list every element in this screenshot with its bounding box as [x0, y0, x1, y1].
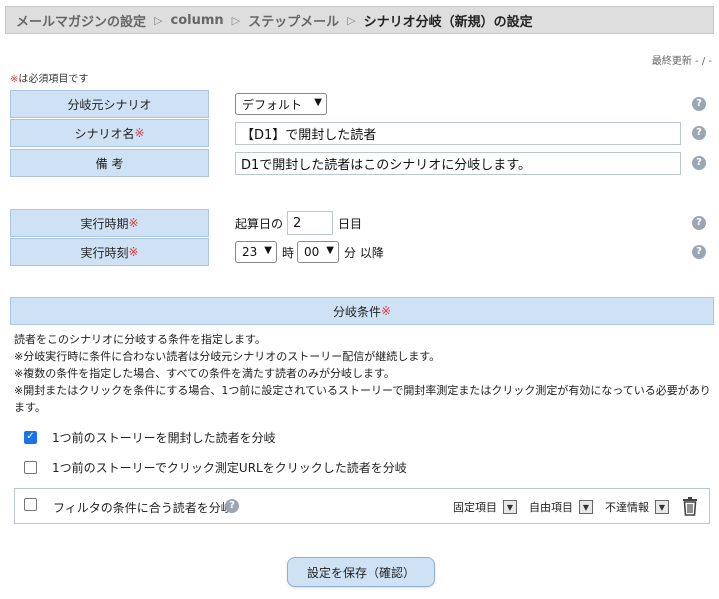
breadcrumb-separator: ▷: [347, 13, 356, 27]
branch-description: 読者をこのシナリオに分岐する条件を指定します。 ※分岐実行時に条件に合わない読者…: [14, 331, 714, 416]
chevron-down-icon: ▼: [326, 245, 334, 256]
filter-label: フィルタの条件に合う読者を分岐: [53, 501, 233, 515]
memo-row: 備 考 D1で開封した読者はこのシナリオに分岐します。 ?: [10, 149, 714, 177]
chevron-down-icon: ▼: [314, 97, 322, 108]
branch-description-line: ※分岐実行時に条件に合わない読者は分岐元シナリオのストーリー配信が継続します。: [14, 350, 441, 363]
filter-condition-box: フィルタの条件に合う読者を分岐 ? 固定項目 ▼ 自由項目 ▼ 不達情報 ▼: [14, 488, 710, 524]
filter-bounce-info-dropdown[interactable]: 不達情報 ▼: [605, 499, 669, 515]
required-note: ※は必須項目です: [10, 70, 88, 85]
scenario-name-input[interactable]: 【D1】で開封した読者: [235, 122, 681, 145]
branch-description-line: ※複数の条件を指定した場合、すべての条件を満たす読者のみが分岐します。: [14, 367, 395, 380]
required-mark: ※: [380, 304, 392, 318]
source-scenario-value: デフォルト: [242, 97, 303, 112]
filter-free-items-dropdown[interactable]: 自由項目 ▼: [529, 499, 593, 515]
exec-minute-select[interactable]: 00 ▼: [297, 241, 339, 263]
exec-time-label: 実行時刻 ※: [10, 238, 209, 266]
scenario-name-label-text: シナリオ名: [74, 126, 135, 141]
filter-free-items-label: 自由項目: [529, 501, 573, 514]
required-mark: ※: [128, 245, 139, 259]
exec-hour-value: 23: [242, 245, 258, 259]
exec-time-row: 実行時刻 ※ 23 ▼ 時 00 ▼ 分 以降 ?: [10, 238, 714, 266]
exec-day-row: 実行時期 ※ 起算日の 2 日目 ?: [10, 209, 714, 237]
required-note-text: は必須項目です: [18, 74, 89, 85]
option-clicked-row[interactable]: 1つ前のストーリーでクリック測定URLをクリックした読者を分岐: [24, 458, 407, 476]
help-icon[interactable]: ?: [692, 156, 706, 170]
filter-fixed-items-dropdown[interactable]: 固定項目 ▼: [453, 499, 517, 515]
scenario-name-value: 【D1】で開封した読者: [241, 128, 377, 143]
help-icon[interactable]: ?: [692, 97, 706, 111]
option-opened-label: 1つ前のストーリーを開封した読者を分岐: [52, 430, 276, 445]
breadcrumb-item-mailmagazine[interactable]: メールマガジンの設定: [16, 11, 146, 30]
save-confirm-button[interactable]: 設定を保存（確認）: [287, 557, 435, 587]
help-icon[interactable]: ?: [692, 245, 706, 259]
exec-day-input[interactable]: 2: [287, 211, 333, 235]
filter-fixed-items-label: 固定項目: [453, 501, 497, 514]
source-scenario-label-text: 分岐元シナリオ: [67, 97, 152, 112]
memo-label-text: 備 考: [95, 156, 124, 171]
breadcrumb-item-column[interactable]: column: [170, 13, 223, 28]
filter-bounce-info-label: 不達情報: [605, 501, 649, 514]
chevron-down-icon[interactable]: ▼: [579, 500, 593, 514]
breadcrumb-separator: ▷: [231, 13, 241, 27]
branch-description-line: 読者をこのシナリオに分岐する条件を指定します。: [14, 333, 266, 346]
branch-conditions-header: 分岐条件 ※: [10, 297, 714, 325]
option-clicked-label: 1つ前のストーリーでクリック測定URLをクリックした読者を分岐: [52, 460, 407, 475]
source-scenario-row: 分岐元シナリオ デフォルト ▼ ?: [10, 90, 714, 118]
scenario-name-row: シナリオ名 ※ 【D1】で開封した読者 ?: [10, 119, 714, 147]
memo-label: 備 考: [10, 149, 209, 177]
breadcrumb-current: シナリオ分岐（新規）の設定: [363, 14, 533, 30]
breadcrumb-separator: ▷: [154, 13, 163, 27]
last-updated: 最終更新 - / -: [651, 56, 712, 67]
filter-checkbox[interactable]: [24, 498, 37, 511]
exec-hour-select[interactable]: 23 ▼: [235, 241, 277, 263]
option-opened-row[interactable]: ✓ 1つ前のストーリーを開封した読者を分岐: [24, 428, 276, 446]
chevron-down-icon: ▼: [264, 245, 272, 256]
option-clicked-checkbox[interactable]: [24, 460, 37, 474]
option-opened-checkbox[interactable]: ✓: [24, 430, 37, 444]
branch-conditions-title: 分岐条件: [332, 304, 381, 319]
exec-minute-value: 00: [304, 245, 320, 259]
exec-day-suffix: 日目: [338, 217, 363, 231]
exec-day-prefix: 起算日の: [235, 217, 284, 231]
chevron-down-icon[interactable]: ▼: [655, 500, 669, 514]
source-scenario-select[interactable]: デフォルト ▼: [235, 93, 327, 115]
exec-day-label: 実行時期 ※: [10, 209, 209, 237]
branch-description-line: ※開封またはクリックを条件にする場合、1つ前に設定されているストーリーで開封率測…: [14, 384, 711, 414]
help-icon[interactable]: ?: [692, 126, 706, 140]
required-mark: ※: [134, 126, 145, 140]
exec-hour-unit: 時: [282, 246, 295, 260]
chevron-down-icon[interactable]: ▼: [503, 500, 517, 514]
help-icon[interactable]: ?: [692, 216, 706, 230]
trash-icon[interactable]: [682, 496, 698, 516]
required-mark: ※: [128, 216, 139, 230]
source-scenario-label: 分岐元シナリオ: [10, 90, 209, 118]
help-icon[interactable]: ?: [225, 499, 239, 513]
check-icon: ✓: [26, 431, 35, 442]
memo-input[interactable]: D1で開封した読者はこのシナリオに分岐します。: [235, 152, 681, 175]
exec-time-label-text: 実行時刻: [80, 245, 129, 260]
memo-value: D1で開封した読者はこのシナリオに分岐します。: [241, 158, 531, 173]
exec-day-value: 2: [293, 215, 302, 231]
breadcrumb-item-stepmail[interactable]: ステップメール: [248, 11, 339, 30]
save-confirm-label: 設定を保存（確認）: [306, 565, 415, 580]
exec-day-label-text: 実行時期: [80, 216, 129, 231]
scenario-name-label: シナリオ名 ※: [10, 119, 209, 147]
breadcrumb: メールマガジンの設定 ▷ column ▷ ステップメール ▷ シナリオ分岐（新…: [5, 6, 714, 34]
exec-minute-unit: 分 以降: [344, 246, 384, 260]
